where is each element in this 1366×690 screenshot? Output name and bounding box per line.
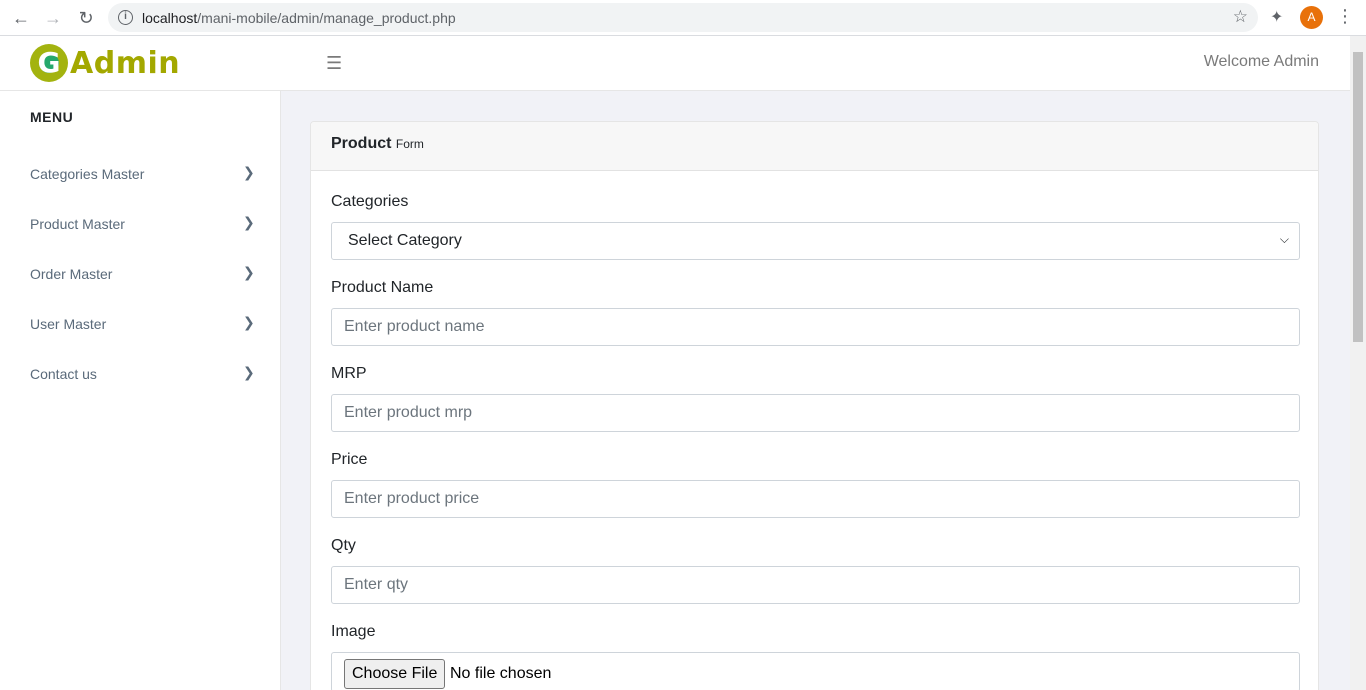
chevron-right-icon: ❯ bbox=[243, 364, 255, 380]
price-input[interactable] bbox=[332, 481, 1299, 517]
sidebar-item-categories-master[interactable]: Categories Master ❯ bbox=[0, 156, 280, 196]
extensions-puzzle-icon[interactable]: ✦ bbox=[1270, 7, 1283, 27]
choose-file-button[interactable]: Choose File bbox=[344, 659, 446, 689]
qty-label: Qty bbox=[331, 537, 356, 554]
chevron-down-icon: ⌵ bbox=[1279, 232, 1289, 246]
price-field[interactable] bbox=[331, 480, 1300, 518]
bookmark-star-icon[interactable]: ☆ bbox=[1233, 7, 1248, 27]
back-arrow-icon[interactable]: ← bbox=[10, 7, 32, 29]
sidebar-item-contact-us[interactable]: Contact us ❯ bbox=[0, 356, 280, 396]
sidebar-item-user-master[interactable]: User Master ❯ bbox=[0, 306, 280, 346]
app-header: G Admin ☰ Welcome Admin bbox=[0, 36, 1350, 91]
forward-arrow-icon[interactable]: → bbox=[42, 7, 64, 29]
sidebar-item-label: Categories Master bbox=[30, 166, 145, 182]
address-bar[interactable]: i localhost/mani-mobile/admin/manage_pro… bbox=[108, 3, 1258, 32]
chevron-right-icon: ❯ bbox=[243, 214, 255, 230]
image-file-field[interactable]: Choose File No file chosen bbox=[331, 652, 1300, 690]
chevron-right-icon: ❯ bbox=[243, 314, 255, 330]
card-subtitle: Form bbox=[395, 137, 424, 151]
chevron-right-icon: ❯ bbox=[243, 164, 255, 180]
logo-text: Admin bbox=[70, 45, 181, 81]
logo-letter: G bbox=[37, 46, 61, 79]
product-name-field[interactable] bbox=[331, 308, 1300, 346]
sidebar-item-label: Contact us bbox=[30, 366, 97, 382]
qty-field[interactable] bbox=[331, 566, 1300, 604]
menu-title: MENU bbox=[30, 109, 74, 125]
sidebar: MENU Categories Master ❯ Product Master … bbox=[0, 91, 281, 690]
mrp-label: MRP bbox=[331, 365, 367, 382]
product-name-label: Product Name bbox=[331, 279, 434, 296]
sidebar-item-product-master[interactable]: Product Master ❯ bbox=[0, 206, 280, 246]
reload-icon[interactable]: ↻ bbox=[75, 7, 97, 29]
url-host: localhost bbox=[142, 10, 198, 26]
logo-mark: G bbox=[30, 44, 68, 82]
welcome-text: Welcome Admin bbox=[1203, 53, 1319, 70]
price-label: Price bbox=[331, 451, 368, 468]
chevron-right-icon: ❯ bbox=[243, 264, 255, 280]
info-icon[interactable]: i bbox=[118, 10, 133, 25]
logo[interactable]: G Admin bbox=[30, 44, 180, 82]
qty-input[interactable] bbox=[332, 567, 1299, 603]
sidebar-item-label: User Master bbox=[30, 316, 107, 332]
categories-label: Categories bbox=[331, 193, 409, 210]
url-text[interactable]: localhost/mani-mobile/admin/manage_produ… bbox=[142, 10, 456, 26]
scrollbar-thumb[interactable] bbox=[1353, 52, 1363, 342]
url-path: /mani-mobile/admin/manage_product.php bbox=[197, 10, 456, 26]
mrp-field[interactable] bbox=[331, 394, 1300, 432]
browser-toolbar: ← → ↻ i localhost/mani-mobile/admin/mana… bbox=[0, 0, 1366, 36]
sidebar-item-order-master[interactable]: Order Master ❯ bbox=[0, 256, 280, 296]
product-form-card: Product Form Categories Select Category … bbox=[310, 121, 1319, 690]
menu-toggle-icon[interactable]: ☰ bbox=[326, 53, 342, 74]
browser-menu-icon[interactable]: ⋮ bbox=[1336, 6, 1354, 27]
categories-select[interactable]: Select Category ⌵ bbox=[331, 222, 1300, 260]
profile-avatar[interactable]: A bbox=[1300, 6, 1323, 29]
categories-selected-value: Select Category bbox=[348, 232, 462, 249]
sidebar-item-label: Product Master bbox=[30, 216, 125, 232]
image-label: Image bbox=[331, 623, 376, 640]
card-header: Product Form bbox=[311, 122, 1318, 171]
file-status-text: No file chosen bbox=[450, 665, 552, 682]
card-title: Product bbox=[331, 135, 392, 152]
sidebar-item-label: Order Master bbox=[30, 266, 113, 282]
page-scrollbar[interactable] bbox=[1350, 36, 1366, 690]
product-name-input[interactable] bbox=[332, 309, 1299, 345]
mrp-input[interactable] bbox=[332, 395, 1299, 431]
